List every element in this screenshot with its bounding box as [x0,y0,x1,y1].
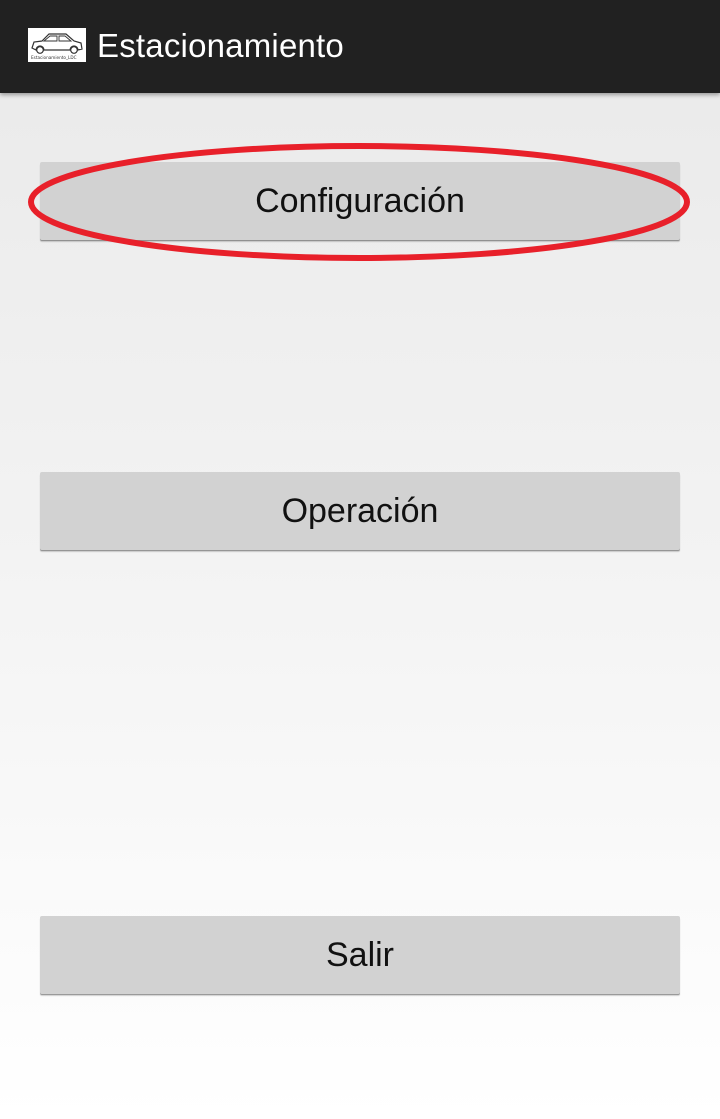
icon-caption: Estacionamiento_LDC [31,55,77,60]
operacion-button[interactable]: Operación [40,472,680,550]
app-title: Estacionamiento [97,27,344,64]
salir-button[interactable]: Salir [40,916,680,994]
action-bar: Estacionamiento_LDC Estacionamiento [0,0,720,93]
configuracion-button[interactable]: Configuración [40,162,680,240]
car-icon: Estacionamiento_LDC [28,28,86,62]
